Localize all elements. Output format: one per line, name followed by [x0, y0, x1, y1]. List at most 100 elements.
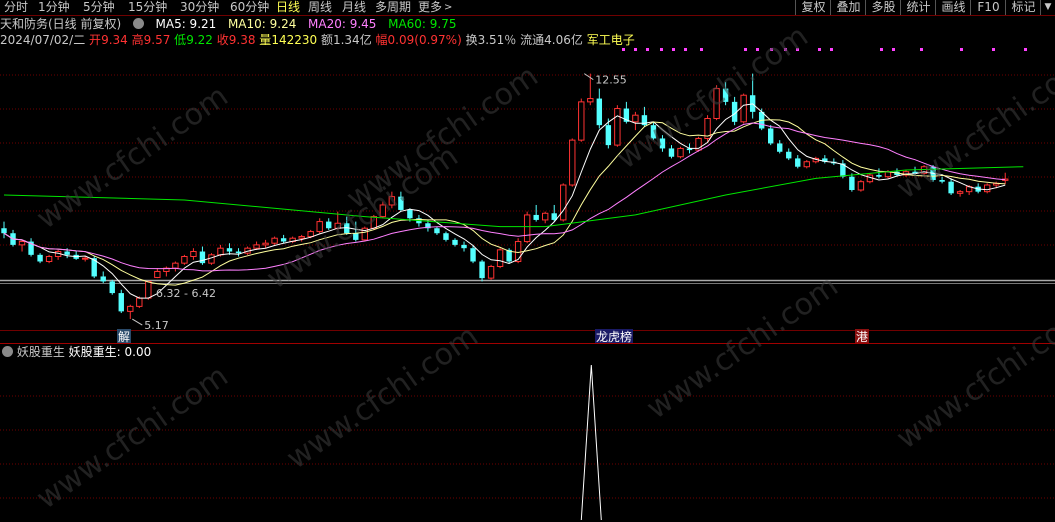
candle-72 [650, 121, 657, 141]
signal-dot [684, 48, 687, 51]
candle-26 [235, 248, 242, 257]
period-low-label: 5.17 [144, 319, 169, 332]
candle-8 [73, 251, 79, 260]
candle-49 [443, 231, 449, 242]
candle-106 [956, 190, 964, 197]
signal-dot [1024, 48, 1027, 51]
candle-14 [127, 304, 134, 320]
signal-dot [784, 48, 787, 51]
period-high-label: 12.55 [595, 74, 627, 87]
candle-18 [163, 266, 170, 277]
candle-62 [560, 183, 567, 222]
candle-51 [461, 241, 467, 252]
candle-88 [795, 155, 801, 169]
candle-54 [487, 264, 495, 280]
candle-20 [181, 254, 188, 265]
signal-dot [660, 48, 663, 51]
candle-85 [768, 125, 774, 146]
candle-60 [542, 211, 549, 224]
candle-94 [849, 173, 855, 192]
candle-31 [280, 234, 287, 244]
candle-95 [857, 180, 865, 192]
candle-33 [298, 234, 305, 242]
indicator-signal-spike [580, 364, 602, 521]
signal-dot [796, 48, 799, 51]
candle-23 [208, 253, 215, 265]
candle-48 [434, 226, 440, 235]
candle-40 [361, 226, 369, 242]
signal-dot [992, 48, 995, 51]
candle-59 [533, 204, 539, 222]
candle-0 [1, 221, 7, 239]
candle-22 [199, 246, 206, 265]
candle-5 [45, 254, 53, 264]
candle-13 [118, 289, 124, 314]
candle-35 [316, 218, 323, 234]
candle-32 [289, 236, 296, 244]
signal-dot [770, 48, 773, 51]
candle-55 [496, 248, 504, 269]
candle-87 [786, 148, 792, 161]
candle-75 [677, 146, 684, 159]
candle-38 [344, 216, 350, 235]
signal-dot [672, 48, 675, 51]
candle-83 [749, 73, 756, 119]
kline-chart[interactable]: 12.55 5.17 6.32 - 6.42 解 龙虎榜 港 [0, 0, 1055, 522]
ma20-line [3, 122, 1006, 272]
marker-jie: 解 [118, 330, 130, 344]
candle-74 [668, 145, 675, 159]
candle-68 [614, 105, 621, 147]
candle-97 [876, 168, 882, 179]
candle-111 [1002, 172, 1009, 185]
marker-gang: 港 [856, 330, 868, 344]
candle-4 [37, 253, 43, 264]
candle-6 [54, 249, 62, 260]
candle-89 [803, 160, 810, 169]
signal-dot [700, 48, 703, 51]
candle-70 [632, 111, 639, 131]
candle-58 [523, 211, 531, 244]
signal-dot [920, 48, 923, 51]
candle-36 [326, 218, 332, 230]
candle-11 [100, 271, 106, 284]
candle-86 [777, 140, 783, 154]
gap-range-label: 6.32 - 6.42 [156, 287, 216, 300]
signal-dot [892, 48, 895, 51]
candle-42 [379, 201, 387, 219]
candle-73 [659, 135, 666, 152]
candle-91 [822, 155, 828, 164]
signal-dot [830, 48, 833, 51]
candle-39 [353, 221, 359, 242]
candle-109 [983, 183, 991, 194]
candle-78 [704, 115, 711, 142]
indicator-name[interactable]: 妖股重生 [17, 345, 65, 359]
indicator-header: 妖股重生 妖股重生: 0.00 [0, 345, 151, 360]
signal-dot [646, 48, 649, 51]
candle-105 [948, 178, 954, 195]
candle-12 [109, 279, 115, 295]
indicator-value: 妖股重生: 0.00 [68, 345, 152, 359]
signal-dot [744, 48, 747, 51]
signal-dot [622, 48, 625, 51]
candle-104 [939, 176, 945, 184]
candle-79 [713, 85, 720, 121]
candle-80 [722, 81, 729, 106]
signal-dot [634, 48, 637, 51]
candle-21 [190, 248, 197, 260]
candle-64 [578, 98, 585, 142]
candle-66 [596, 88, 603, 129]
candle-44 [398, 191, 404, 212]
signal-dot [880, 48, 883, 51]
candle-17 [154, 268, 161, 279]
signal-dot [960, 48, 963, 51]
candle-30 [271, 236, 278, 245]
candle-63 [569, 138, 576, 187]
candle-82 [740, 93, 747, 124]
candle-29 [262, 239, 269, 249]
indicator-collapse-icon[interactable] [2, 346, 13, 357]
candle-67 [605, 118, 612, 149]
ma10-line [3, 119, 1006, 286]
candle-53 [479, 259, 485, 282]
candle-43 [388, 191, 396, 209]
candle-81 [731, 96, 738, 126]
